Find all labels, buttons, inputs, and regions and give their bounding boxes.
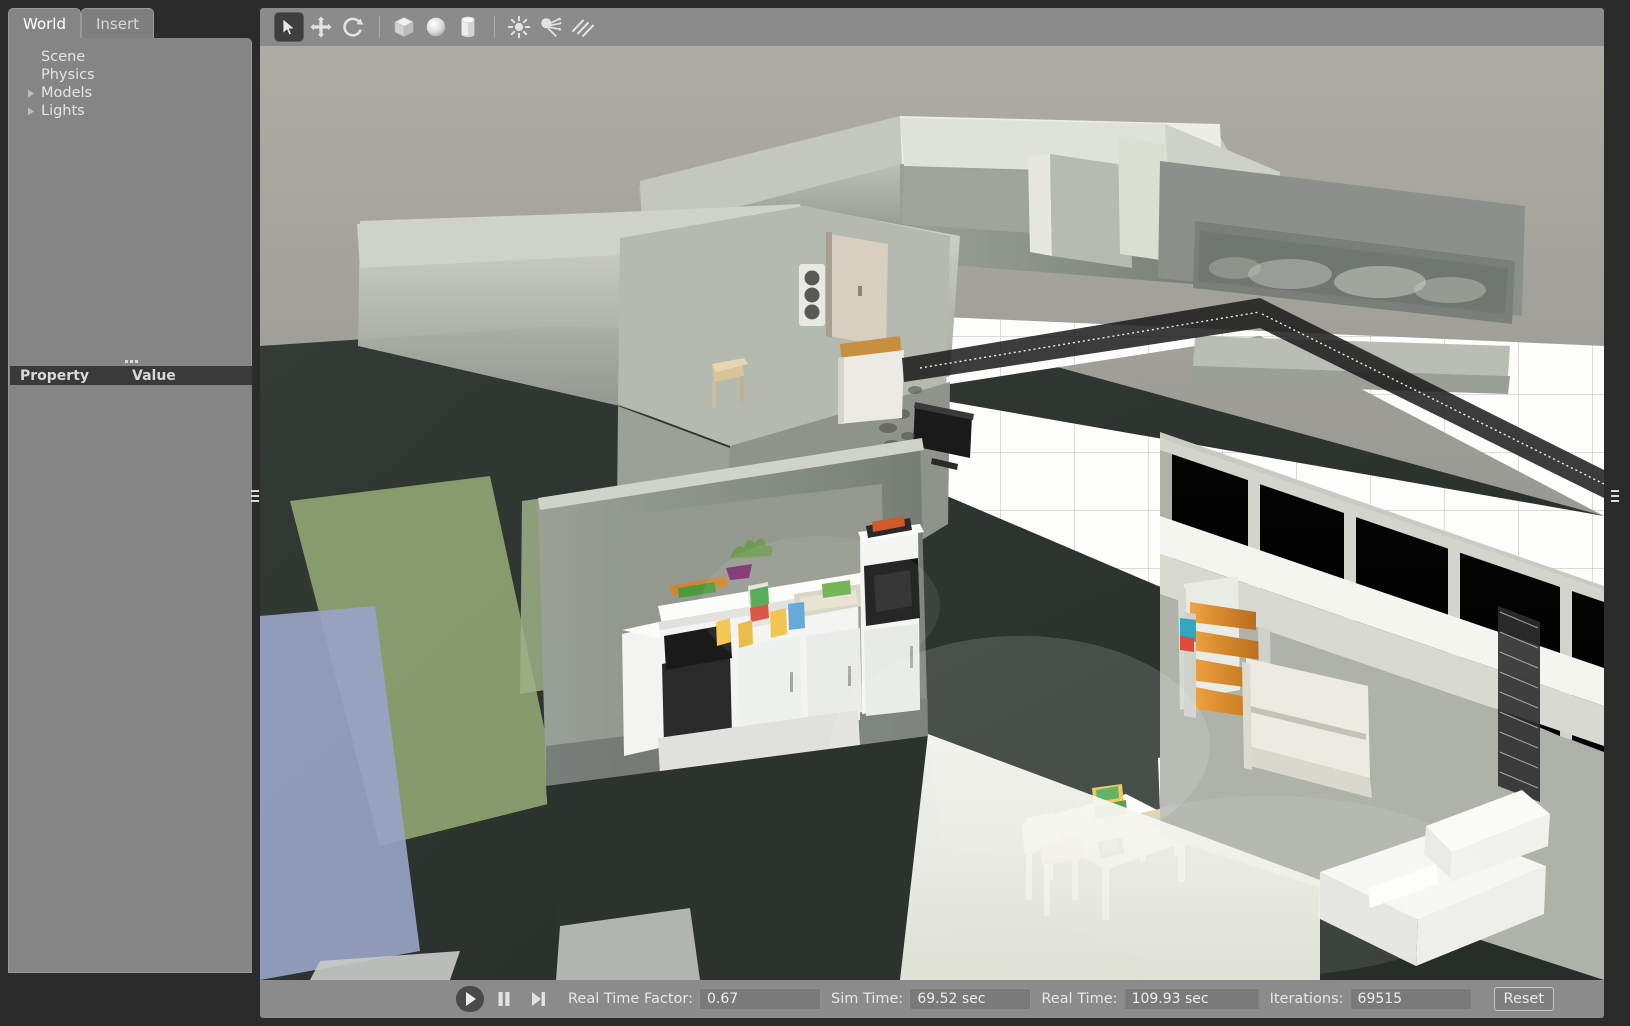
chevron-right-icon[interactable]: [23, 89, 39, 98]
directional-light-icon[interactable]: [568, 12, 598, 42]
chevron-right-icon[interactable]: [23, 107, 39, 116]
tree-item-physics-label: Physics: [39, 67, 95, 83]
tab-world[interactable]: World: [8, 8, 81, 38]
column-header-value: Value: [130, 368, 176, 384]
toolbar-separator: [379, 16, 380, 38]
left-panel: World Insert Scene Physics: [8, 8, 252, 1018]
tree-item-models-label: Models: [39, 85, 92, 101]
simulation-status-bar: Real Time Factor: 0.67 Sim Time: 69.52 s…: [260, 980, 1604, 1018]
tab-insert-label: Insert: [96, 15, 139, 33]
rotate-icon[interactable]: [338, 12, 368, 42]
translate-icon[interactable]: [306, 12, 336, 42]
render-area: Real Time Factor: 0.67 Sim Time: 69.52 s…: [260, 8, 1604, 1018]
real-time-label: Real Time:: [1041, 991, 1117, 1007]
iterations-value: 69515: [1350, 988, 1472, 1010]
panel-body: Scene Physics Models Lights: [8, 38, 252, 973]
tree-item-lights-label: Lights: [39, 103, 85, 119]
point-light-icon[interactable]: [504, 12, 534, 42]
tab-insert[interactable]: Insert: [81, 8, 154, 38]
3d-viewport[interactable]: [260, 46, 1604, 980]
reset-button[interactable]: Reset: [1494, 987, 1555, 1011]
box-icon[interactable]: [389, 12, 419, 42]
step-forward-icon[interactable]: [524, 986, 552, 1012]
sphere-icon[interactable]: [421, 12, 451, 42]
panel-tab-strip: World Insert: [8, 8, 252, 38]
scene-render: [260, 46, 1604, 980]
cylinder-icon[interactable]: [453, 12, 483, 42]
sim-time-label: Sim Time:: [831, 991, 903, 1007]
toolbar-separator: [494, 16, 495, 38]
gazebo-window: World Insert Scene Physics: [0, 0, 1630, 1026]
property-table-body[interactable]: [10, 385, 252, 971]
tree-item-scene[interactable]: Scene: [9, 48, 251, 66]
tree-item-lights[interactable]: Lights: [9, 102, 251, 120]
real-time-factor-label: Real Time Factor:: [568, 991, 693, 1007]
right-splitter-handle[interactable]: [1609, 485, 1621, 507]
pause-icon[interactable]: [490, 986, 518, 1012]
tree-item-models[interactable]: Models: [9, 84, 251, 102]
panel-splitter-handle[interactable]: [9, 356, 253, 366]
tree-item-physics[interactable]: Physics: [9, 66, 251, 84]
sim-time-value: 69.52 sec: [909, 988, 1031, 1010]
column-header-property: Property: [10, 368, 130, 384]
property-table-header: Property Value: [10, 366, 252, 385]
tab-world-label: World: [23, 15, 66, 33]
real-time-factor-value: 0.67: [699, 988, 821, 1010]
reset-button-label: Reset: [1504, 991, 1545, 1007]
real-time-value: 109.93 sec: [1124, 988, 1260, 1010]
render-toolbar: [260, 8, 1604, 46]
iterations-label: Iterations:: [1270, 991, 1344, 1007]
play-icon[interactable]: [456, 986, 484, 1012]
spot-light-icon[interactable]: [536, 12, 566, 42]
world-tree: Scene Physics Models Lights: [9, 38, 251, 120]
select-icon[interactable]: [274, 12, 304, 42]
tree-item-scene-label: Scene: [39, 49, 85, 65]
